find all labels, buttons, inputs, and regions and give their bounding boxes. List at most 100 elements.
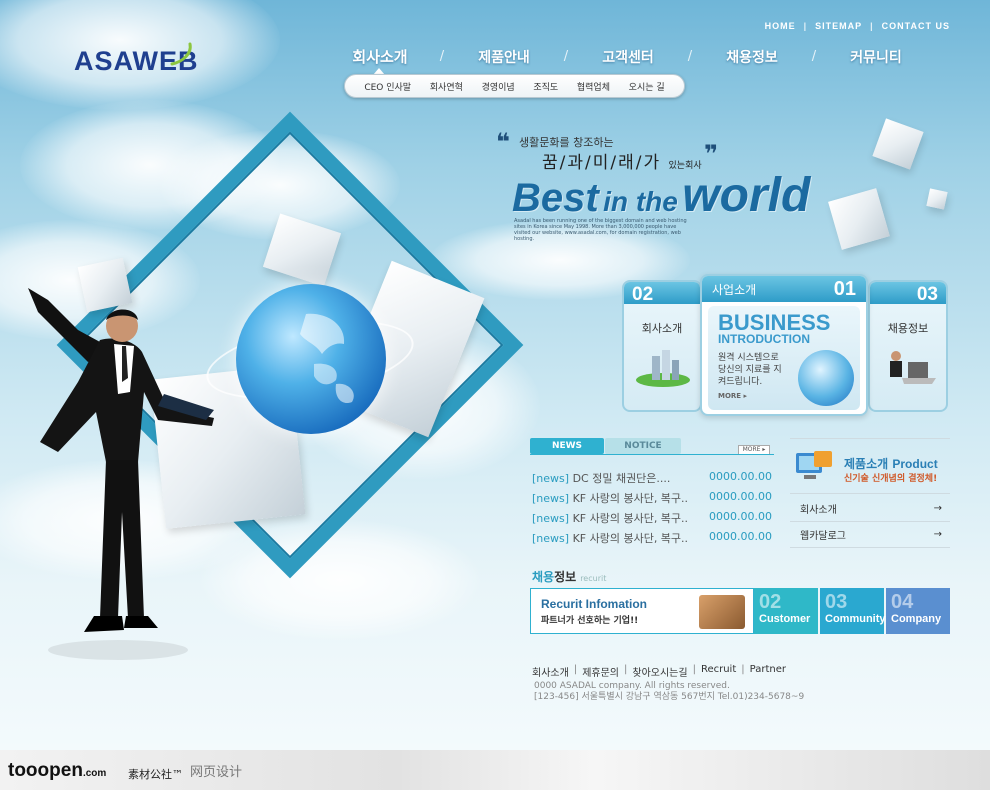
- footer-link[interactable]: Partner: [750, 664, 786, 679]
- separator: |: [741, 664, 745, 675]
- news-date: 0000.00.00: [709, 530, 772, 543]
- product-title-ko: 제품소개: [844, 457, 889, 471]
- arrow-right-icon: →: [933, 503, 942, 514]
- watermark-brand-name: tooopen: [8, 760, 83, 781]
- monitor-icon: [796, 451, 832, 479]
- product-subtitle: 신기술 신개념의 결정체!: [844, 474, 938, 484]
- news-title: KF 사랑의 봉사단, 복구..: [572, 512, 689, 525]
- recruit-banner[interactable]: Recurit Infomation 파트너가 선호하는 기업!!: [530, 588, 754, 634]
- quick-label: Company: [891, 613, 942, 625]
- card-label: 채용정보: [887, 322, 929, 335]
- sub-nav-ceo[interactable]: CEO 인사말: [364, 80, 411, 93]
- side-link-catalog[interactable]: 웹카달로그 →: [790, 522, 950, 548]
- sub-nav-history[interactable]: 회사연혁: [430, 80, 463, 93]
- watermark-category: 网页设计: [190, 765, 243, 780]
- nav-recruit[interactable]: 채용정보: [702, 47, 802, 67]
- headline-word-best: Best: [512, 176, 599, 220]
- news-tag: [news]: [532, 532, 570, 545]
- card-business-intro[interactable]: 사업소개 01 BUSINESS INTRODUCTION 원격 시스템으로 당…: [700, 274, 868, 416]
- nav-products[interactable]: 제품안내: [454, 47, 554, 67]
- hero-headline: Best in the world: [512, 168, 810, 223]
- contact-link[interactable]: CONTACT US: [882, 21, 950, 31]
- nav-separator: /: [811, 49, 817, 64]
- sitemap-link[interactable]: SITEMAP: [815, 21, 862, 31]
- footer-links: 회사소개 | 제휴문의 | 찾아오시는길 | Recruit | Partner: [532, 664, 786, 679]
- city-globe-icon: [798, 350, 854, 406]
- news-tag: [news]: [532, 512, 570, 525]
- headline-small-text: Asadal has been running one of the bigge…: [514, 218, 687, 242]
- home-link[interactable]: HOME: [765, 21, 796, 31]
- nav-customer[interactable]: 고객센터: [578, 47, 678, 67]
- tab-news[interactable]: NEWS: [530, 438, 604, 454]
- product-banner[interactable]: 제품소개 Product 신기술 신개념의 결정체!: [790, 438, 950, 494]
- recruit-banner-title: Recurit Infomation: [541, 597, 648, 611]
- nav-separator: /: [439, 49, 445, 64]
- headline-word-world: world: [682, 169, 811, 222]
- nav-separator: /: [687, 49, 693, 64]
- quick-community[interactable]: 03 Community: [820, 588, 886, 634]
- address-text: [123-456] 서울특별시 강남구 역삼동 567번지 Tel.01)234…: [534, 692, 805, 702]
- quick-company[interactable]: 04 Company: [886, 588, 950, 634]
- news-item[interactable]: [news] KF 사랑의 봉사단, 복구.. 0000.00.00: [532, 490, 772, 506]
- side-link-label: 웹카달로그: [800, 531, 846, 542]
- footer-link[interactable]: 찾아오시는길: [632, 664, 687, 679]
- recruit-heading-small: recurit: [580, 574, 607, 583]
- globe-icon: [236, 284, 386, 434]
- card-number: 03: [916, 284, 938, 305]
- sub-nav-philosophy[interactable]: 경영이념: [482, 80, 515, 93]
- quick-label: Customer: [759, 613, 811, 625]
- separator: |: [573, 664, 578, 675]
- globe-continents: [300, 313, 354, 404]
- cube-shape: [828, 188, 890, 250]
- quote-close-mark: ❞: [704, 140, 719, 168]
- sub-nav-partners[interactable]: 협력업체: [577, 80, 610, 93]
- quick-number: 02: [759, 591, 782, 613]
- quick-label: Community: [825, 613, 886, 625]
- tab-notice[interactable]: NOTICE: [605, 438, 681, 454]
- cube-shape: [872, 118, 924, 170]
- news-item[interactable]: [news] KF 사랑의 봉사단, 복구.. 0000.00.00: [532, 510, 772, 526]
- handshake-image: [699, 595, 745, 629]
- nav-company[interactable]: 회사소개: [330, 46, 430, 67]
- more-link[interactable]: MORE ▸: [718, 392, 747, 400]
- watermark-cn: 素材公社™: [128, 768, 183, 781]
- recruit-banner-subtitle: 파트너가 선호하는 기업!!: [541, 616, 639, 626]
- card-main-tab: 사업소개: [712, 282, 757, 297]
- news-date: 0000.00.00: [709, 490, 772, 503]
- side-link-company[interactable]: 회사소개 →: [790, 496, 950, 522]
- separator: |: [803, 21, 808, 31]
- separator: |: [870, 21, 874, 31]
- laptop-person-icon: [890, 351, 936, 384]
- side-link-label: 회사소개: [800, 505, 837, 516]
- quick-customer[interactable]: 02 Customer: [754, 588, 818, 634]
- nav-community[interactable]: 커뮤니티: [826, 47, 926, 67]
- footer-link[interactable]: 제휴문의: [582, 664, 619, 679]
- sub-nav-directions[interactable]: 오시는 길: [629, 80, 665, 93]
- card-recruit[interactable]: 03 채용정보: [868, 280, 948, 412]
- news-date: 0000.00.00: [709, 470, 772, 483]
- card-main-header: 사업소개 01: [702, 276, 866, 302]
- footer-link[interactable]: Recruit: [701, 664, 736, 679]
- businessman-figure: [28, 288, 214, 660]
- copyright-text: 0000 ASADAL company. All rights reserved…: [534, 681, 730, 691]
- news-title: KF 사랑의 봉사단, 복구..: [572, 492, 689, 505]
- news-title: DC 정밀 채권단은....: [572, 472, 671, 485]
- city-building-icon: [636, 350, 690, 387]
- card-label: 회사소개: [641, 322, 683, 335]
- sub-nav-organization[interactable]: 조직도: [533, 80, 558, 93]
- sub-nav: CEO 인사말 회사연혁 경영이념 조직도 협력업체 오시는 길: [344, 74, 685, 98]
- business-subtitle: INTRODUCTION: [718, 332, 810, 346]
- news-tag: [news]: [532, 472, 570, 485]
- recruit-heading-a: 채용: [532, 570, 555, 584]
- site-canvas: HOME | SITEMAP | CONTACT US ASAWEB 회사소개 …: [0, 0, 990, 750]
- top-links: HOME | SITEMAP | CONTACT US: [765, 21, 950, 31]
- card-company[interactable]: 02 회사소개: [622, 280, 702, 412]
- news-item[interactable]: [news] DC 정밀 채권단은.... 0000.00.00: [532, 470, 772, 486]
- cube-shape: [926, 188, 948, 210]
- headline-word-inthe: in the: [603, 186, 678, 217]
- quick-number: 03: [825, 591, 848, 613]
- recruit-heading: 채용정보 recurit: [532, 568, 606, 585]
- news-item[interactable]: [news] KF 사랑의 봉사단, 복구.. 0000.00.00: [532, 530, 772, 546]
- footer-link[interactable]: 회사소개: [532, 664, 569, 679]
- watermark-brand-suffix: .com: [82, 768, 107, 779]
